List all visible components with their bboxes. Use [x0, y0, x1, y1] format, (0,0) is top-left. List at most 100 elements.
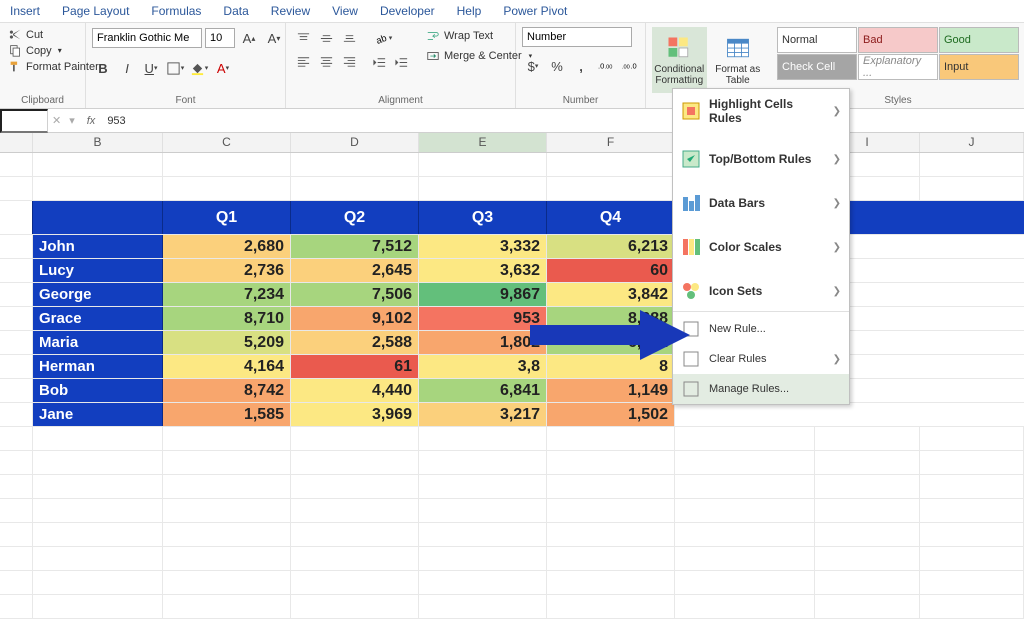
align-left-button[interactable] — [292, 50, 314, 72]
cell[interactable] — [419, 427, 547, 450]
cell[interactable] — [0, 547, 33, 570]
data-cell[interactable]: 1,585 — [163, 403, 291, 426]
cell[interactable] — [33, 427, 163, 450]
cf-item-new-rule-[interactable]: New Rule... — [673, 314, 849, 344]
cell[interactable] — [815, 475, 920, 498]
cell[interactable] — [33, 153, 163, 176]
cell[interactable] — [920, 153, 1024, 176]
data-cell[interactable]: 2,736 — [163, 259, 291, 282]
cell[interactable] — [291, 451, 419, 474]
row-name[interactable]: Maria — [33, 331, 163, 354]
cell[interactable] — [163, 571, 291, 594]
row-name[interactable]: Grace — [33, 307, 163, 330]
cell[interactable] — [0, 403, 33, 426]
cell[interactable] — [0, 307, 33, 330]
cell[interactable] — [547, 547, 675, 570]
conditional-formatting-button[interactable]: Conditional Formatting — [652, 27, 707, 93]
cell[interactable] — [920, 499, 1024, 522]
font-color-button[interactable]: A▾ — [212, 57, 234, 79]
style-check-cell[interactable]: Check Cell — [777, 54, 857, 80]
style-bad[interactable]: Bad — [858, 27, 938, 53]
number-format-select[interactable] — [522, 27, 632, 47]
cell[interactable] — [0, 153, 33, 176]
font-name-input[interactable] — [92, 28, 202, 48]
cell[interactable] — [419, 523, 547, 546]
cell[interactable] — [163, 547, 291, 570]
cell[interactable] — [33, 571, 163, 594]
align-top-button[interactable] — [292, 27, 314, 49]
data-cell[interactable]: 8 — [547, 355, 675, 378]
cell[interactable] — [33, 499, 163, 522]
cell[interactable] — [419, 571, 547, 594]
cell[interactable] — [0, 523, 33, 546]
align-bottom-button[interactable] — [338, 27, 360, 49]
increase-font-button[interactable]: A▴ — [238, 27, 260, 49]
table-header[interactable]: Q2 — [291, 201, 419, 234]
format-as-table-button[interactable]: Format as Table — [711, 27, 766, 93]
cell[interactable] — [33, 451, 163, 474]
cell[interactable] — [419, 547, 547, 570]
cell[interactable] — [0, 283, 33, 306]
cell[interactable] — [0, 427, 33, 450]
menu-help[interactable]: Help — [453, 2, 486, 20]
cell[interactable] — [675, 523, 815, 546]
font-size-input[interactable] — [205, 28, 235, 48]
cell[interactable] — [33, 595, 163, 618]
cell[interactable] — [33, 523, 163, 546]
cell[interactable] — [33, 547, 163, 570]
table-header[interactable]: Q3 — [419, 201, 547, 234]
cell[interactable] — [920, 451, 1024, 474]
currency-button[interactable]: $▾ — [522, 55, 544, 77]
cell[interactable] — [547, 571, 675, 594]
name-box[interactable] — [0, 109, 48, 133]
menu-insert[interactable]: Insert — [6, 2, 44, 20]
cell[interactable] — [163, 427, 291, 450]
cell[interactable] — [815, 571, 920, 594]
align-right-button[interactable] — [338, 50, 360, 72]
menu-review[interactable]: Review — [267, 2, 314, 20]
cell[interactable] — [815, 547, 920, 570]
cell[interactable] — [419, 177, 547, 200]
cf-item-highlight-cells-rules[interactable]: Highlight Cells Rules❯ — [673, 89, 849, 133]
cell[interactable] — [675, 427, 815, 450]
cell[interactable] — [0, 235, 33, 258]
cell[interactable] — [291, 475, 419, 498]
data-cell[interactable]: 3,8 — [419, 355, 547, 378]
table-header[interactable] — [33, 201, 163, 234]
cf-item-color-scales[interactable]: Color Scales❯ — [673, 229, 849, 265]
cell[interactable] — [920, 427, 1024, 450]
cell[interactable] — [0, 259, 33, 282]
cell[interactable] — [920, 595, 1024, 618]
cell[interactable] — [419, 499, 547, 522]
cell[interactable] — [547, 451, 675, 474]
data-cell[interactable]: 4,440 — [291, 379, 419, 402]
data-cell[interactable]: 60 — [547, 259, 675, 282]
cell[interactable] — [163, 451, 291, 474]
cell[interactable] — [547, 177, 675, 200]
row-name[interactable]: John — [33, 235, 163, 258]
cf-item-top-bottom-rules[interactable]: Top/Bottom Rules❯ — [673, 141, 849, 177]
menu-view[interactable]: View — [328, 2, 362, 20]
cell[interactable] — [291, 427, 419, 450]
cancel-fx-icon[interactable]: ✕ — [48, 114, 65, 127]
cell[interactable] — [0, 379, 33, 402]
cell[interactable] — [547, 523, 675, 546]
data-cell[interactable]: 61 — [291, 355, 419, 378]
menu-page-layout[interactable]: Page Layout — [58, 2, 133, 20]
cell[interactable] — [163, 475, 291, 498]
cell[interactable] — [675, 571, 815, 594]
italic-button[interactable]: I — [116, 57, 138, 79]
cell[interactable] — [163, 595, 291, 618]
cell[interactable] — [815, 451, 920, 474]
row-name[interactable]: George — [33, 283, 163, 306]
cf-item-icon-sets[interactable]: Icon Sets❯ — [673, 273, 849, 309]
row-name[interactable]: Lucy — [33, 259, 163, 282]
cell[interactable] — [0, 499, 33, 522]
table-header[interactable]: Q1 — [163, 201, 291, 234]
table-header[interactable]: Q4 — [547, 201, 675, 234]
bold-button[interactable]: B — [92, 57, 114, 79]
cell[interactable] — [291, 547, 419, 570]
styles-gallery[interactable]: Normal Bad Good Check Cell Explanatory .… — [777, 27, 1019, 80]
data-cell[interactable]: 9,102 — [291, 307, 419, 330]
data-cell[interactable]: 3,842 — [547, 283, 675, 306]
